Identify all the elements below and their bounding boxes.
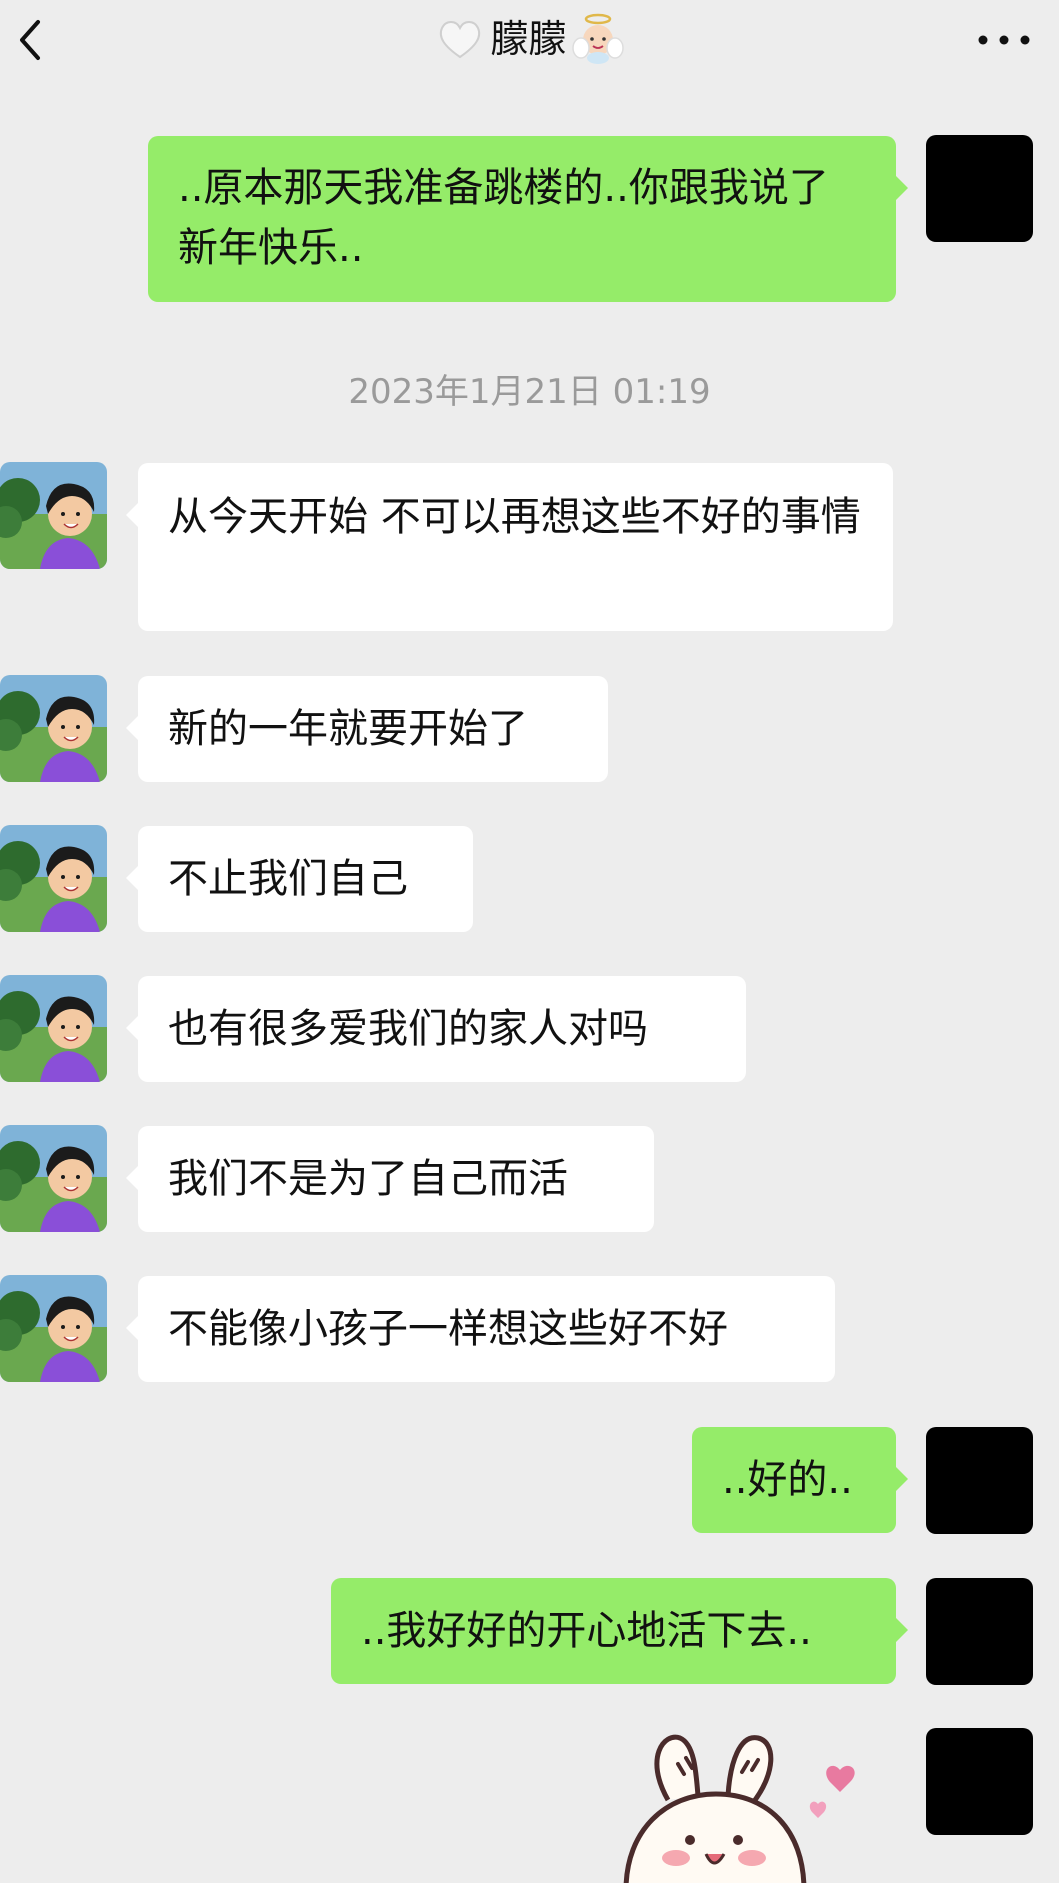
message-bubble-other[interactable]: 不止我们自己 [126, 826, 473, 932]
baby-angel-icon [571, 13, 624, 64]
contact-avatar-image [0, 462, 107, 569]
message-text: 也有很多爱我们的家人对吗 [168, 1006, 648, 1052]
message-text: 不能像小孩子一样想这些好不好 [168, 1306, 728, 1352]
chat-title-text: 朦朦 [490, 17, 567, 61]
message-bubble-other[interactable]: 也有很多爱我们的家人对吗 [126, 976, 746, 1082]
message-text: 我们不是为了自己而活 [168, 1156, 568, 1202]
more-dots-icon [978, 35, 1030, 45]
message-bubble-self[interactable]: ..好的.. [692, 1427, 908, 1533]
contact-avatar-image [0, 1125, 107, 1232]
message-bubble-self[interactable]: ..原本那天我准备跳楼的..你跟我说了新年快乐.. [148, 136, 908, 302]
message-text: ..我好好的开心地活下去.. [361, 1608, 812, 1654]
chat-header: 朦朦 [0, 0, 1059, 92]
message-bubble-other[interactable]: 从今天开始 不可以再想这些不好的事情 [126, 463, 893, 631]
self-avatar[interactable] [926, 1578, 1033, 1685]
more-options-button[interactable] [969, 20, 1039, 60]
message-text: ..好的.. [722, 1457, 853, 1503]
contact-avatar-image [0, 1275, 107, 1382]
message-text: 新的一年就要开始了 [168, 706, 528, 752]
contact-avatar[interactable] [0, 675, 107, 782]
contact-avatar[interactable] [0, 825, 107, 932]
chat-title: 朦朦 [0, 12, 1059, 78]
chat-screen: 朦朦 ..原本那天我准备跳楼的..你跟我说了新年快乐.. 2023年1月21日 … [0, 0, 1059, 1883]
message-bubble-other[interactable]: 新的一年就要开始了 [126, 676, 608, 782]
self-avatar[interactable] [926, 1427, 1033, 1534]
message-bubble-self[interactable]: ..我好好的开心地活下去.. [331, 1578, 908, 1684]
message-text: 从今天开始 不可以再想这些不好的事情 [168, 494, 861, 540]
contact-avatar-image [0, 675, 107, 782]
contact-avatar-image [0, 975, 107, 1082]
contact-avatar[interactable] [0, 975, 107, 1082]
message-text: 不止我们自己 [168, 856, 408, 902]
self-avatar[interactable] [926, 1728, 1033, 1835]
message-bubble-other[interactable]: 我们不是为了自己而活 [126, 1126, 654, 1232]
message-bubble-other[interactable]: 不能像小孩子一样想这些好不好 [126, 1276, 835, 1382]
bunny-heart-sticker[interactable] [616, 1730, 866, 1883]
contact-avatar[interactable] [0, 1125, 107, 1232]
white-heart-icon [440, 21, 481, 59]
contact-avatar-image [0, 825, 107, 932]
message-timestamp: 2023年1月21日 01:19 [348, 372, 711, 412]
self-avatar[interactable] [926, 135, 1033, 242]
contact-avatar[interactable] [0, 462, 107, 569]
message-text: ..原本那天我准备跳楼的..你跟我说了新年快乐.. [178, 165, 829, 271]
contact-avatar[interactable] [0, 1275, 107, 1382]
